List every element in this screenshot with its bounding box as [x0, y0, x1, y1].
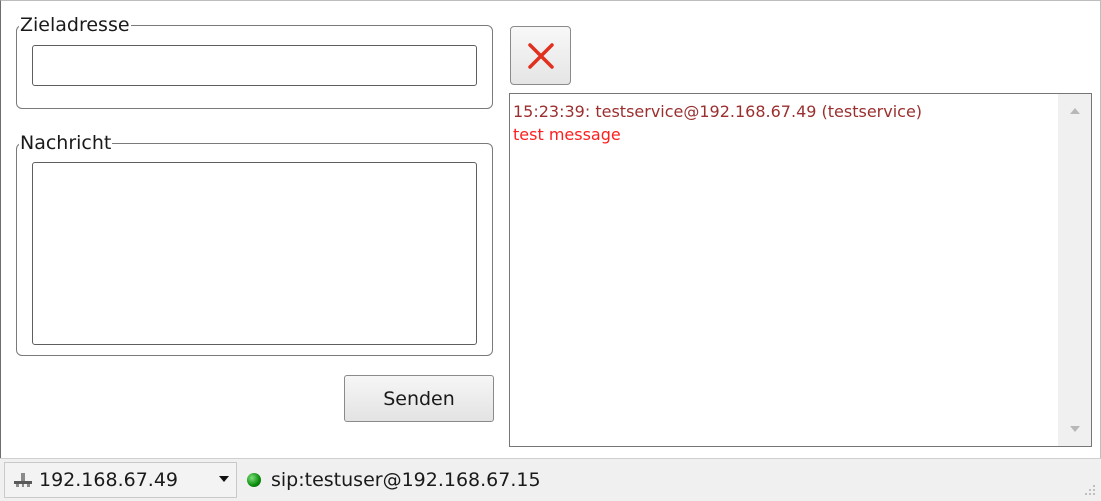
- chevron-up-icon: [1069, 108, 1080, 114]
- ip-select[interactable]: 192.168.67.49: [4, 462, 237, 498]
- ip-select-value: 192.168.67.49: [39, 469, 179, 491]
- log-entry-message: test message: [513, 125, 621, 144]
- message-field-frame: [32, 162, 477, 345]
- target-address-group: Zieladresse: [16, 15, 493, 109]
- close-button[interactable]: [510, 26, 571, 85]
- status-bar: 192.168.67.49 sip:testuser@192.168.67.15: [0, 458, 1101, 501]
- sip-address: sip:testuser@192.168.67.15: [271, 469, 541, 491]
- message-log[interactable]: 15:23:39: testservice@192.168.67.49 (tes…: [509, 93, 1092, 447]
- message-legend: Nachricht: [19, 132, 113, 154]
- status-dot-icon: [247, 473, 261, 487]
- scroll-down-button[interactable]: [1058, 412, 1091, 446]
- resize-grip-icon[interactable]: [1083, 483, 1097, 497]
- target-address-legend: Zieladresse: [19, 14, 131, 36]
- sip-status: sip:testuser@192.168.67.15: [243, 462, 541, 498]
- chevron-down-icon: [219, 476, 229, 482]
- send-button[interactable]: Senden: [344, 375, 494, 422]
- log-entry-header: 15:23:39: testservice@192.168.67.49 (tes…: [513, 102, 923, 121]
- scroll-up-button[interactable]: [1058, 94, 1091, 128]
- target-address-field-frame: [32, 45, 477, 86]
- network-icon: [14, 473, 32, 487]
- target-address-input[interactable]: [33, 46, 476, 85]
- log-scrollbar[interactable]: [1058, 94, 1091, 446]
- chat-window: Zieladresse Nachricht Senden 15:23:39: t…: [0, 0, 1101, 501]
- close-icon: [527, 42, 554, 69]
- message-log-content: 15:23:39: testservice@192.168.67.49 (tes…: [513, 100, 922, 146]
- chevron-down-icon: [1069, 426, 1080, 432]
- message-group: Nachricht: [16, 133, 493, 356]
- message-input[interactable]: [33, 163, 476, 344]
